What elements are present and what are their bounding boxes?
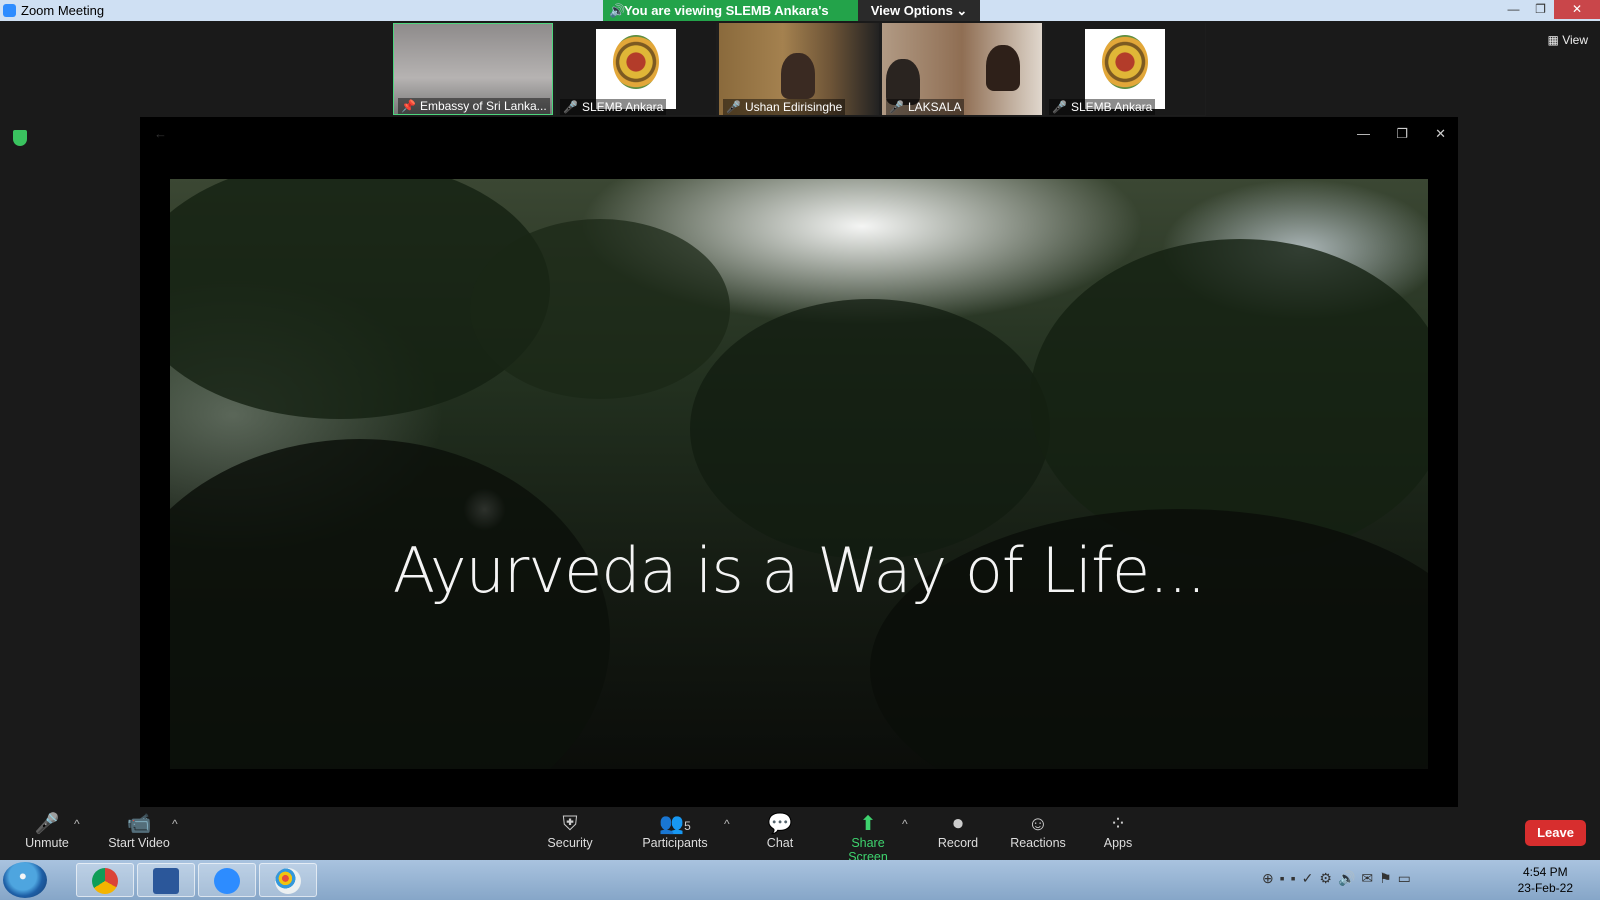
muted-mic-icon: 🎤 — [563, 100, 578, 114]
chat-button[interactable]: 💬 Chat — [762, 812, 798, 850]
taskbar-chrome[interactable] — [76, 863, 134, 897]
shield-icon: ⛨ — [562, 813, 578, 835]
emblem-avatar — [1085, 29, 1165, 109]
participant-tile[interactable]: 🎤 SLEMB Ankara — [556, 23, 716, 115]
minimize-button[interactable]: — — [1500, 0, 1527, 19]
zoom-icon — [214, 868, 240, 894]
participant-tile[interactable]: 🎤 Ushan Edirisinghe — [719, 23, 879, 115]
start-button[interactable] — [3, 862, 47, 898]
participant-video — [781, 53, 815, 99]
taskbar-clock[interactable]: 4:54 PM 23-Feb-22 — [1518, 864, 1573, 896]
share-options-caret[interactable]: ^ — [902, 817, 908, 831]
participant-name: LAKSALA — [907, 100, 962, 114]
participant-name: Embassy of Sri Lanka... — [419, 99, 547, 113]
record-icon: ⏺ — [953, 813, 963, 835]
sri-lanka-emblem-icon — [1102, 35, 1148, 89]
zoom-app-icon — [3, 4, 16, 17]
view-options-button[interactable]: View Options ⌄ — [858, 0, 980, 21]
chrome-icon — [92, 868, 118, 894]
pin-icon: 📌 — [401, 99, 416, 113]
os-taskbar: ⊕▪▪✓⚙🔊✉⚑▭ 4:54 PM 23-Feb-22 — [0, 860, 1600, 900]
participants-options-caret[interactable]: ^ — [724, 817, 730, 831]
speaker-icon: 🔊 — [609, 3, 626, 18]
share-screen-icon: ⬆ — [859, 813, 877, 835]
clock-time: 4:54 PM — [1522, 865, 1568, 879]
taskbar-zoom[interactable] — [198, 863, 256, 897]
back-icon: ← — [154, 126, 167, 141]
video-title-text: Ayurveda is a Way of Life... — [392, 534, 1207, 607]
participant-name: SLEMB Ankara — [1070, 100, 1153, 114]
paint-icon — [275, 868, 301, 894]
participants-button[interactable]: 👥5 Participants — [640, 812, 710, 850]
participant-video — [986, 45, 1020, 91]
share-screen-button[interactable]: ⬆ Share Screen — [832, 812, 904, 864]
participant-tile[interactable]: 📌 Embassy of Sri Lanka... — [393, 23, 553, 115]
participants-icon: 👥5 — [659, 813, 691, 835]
start-video-button[interactable]: 📹 Start Video — [106, 812, 172, 850]
window-title: Zoom Meeting — [21, 3, 105, 18]
participant-strip: 📌 Embassy of Sri Lanka... 🎤 SLEMB Ankara 🎤… — [393, 23, 1206, 116]
system-tray-icons[interactable]: ⊕▪▪✓⚙🔊✉⚑▭ — [1262, 870, 1417, 887]
encryption-shield-icon[interactable] — [13, 130, 27, 146]
leave-button[interactable]: Leave — [1525, 820, 1586, 846]
video-options-caret[interactable]: ^ — [172, 817, 178, 831]
taskbar-paint[interactable] — [259, 863, 317, 897]
participants-count: 5 — [684, 819, 691, 833]
participant-name: SLEMB Ankara — [581, 100, 664, 114]
participant-tile[interactable]: 🎤 SLEMB Ankara — [1045, 23, 1205, 115]
muted-mic-icon: 🎤 — [34, 813, 60, 835]
close-icon: ✕ — [1435, 126, 1446, 141]
video-player-controls — [140, 771, 1458, 807]
participant-tile[interactable]: 🎤 LAKSALA — [882, 23, 1042, 115]
muted-mic-icon: 🎤 — [1052, 100, 1067, 114]
emblem-avatar — [596, 29, 676, 109]
close-button[interactable]: ✕ — [1554, 0, 1600, 19]
view-button[interactable]: ▦ View — [1548, 33, 1588, 47]
taskbar-word[interactable] — [137, 863, 195, 897]
minimize-icon: — — [1357, 126, 1370, 141]
share-banner: 🔊 You are viewing SLEMB Ankara's screen — [603, 0, 858, 39]
word-icon — [153, 868, 179, 894]
video-off-icon: 📹 — [126, 813, 152, 835]
unmute-button[interactable]: 🎤 Unmute — [22, 812, 72, 850]
apps-button[interactable]: ⁘ Apps — [1102, 812, 1134, 850]
apps-icon: ⁘ — [1109, 813, 1127, 835]
sri-lanka-emblem-icon — [613, 35, 659, 89]
restore-button[interactable]: ❐ — [1527, 0, 1554, 19]
chat-icon: 💬 — [767, 813, 793, 835]
clock-date: 23-Feb-22 — [1517, 881, 1573, 895]
meeting-toolbar: 🎤 Unmute ^ 📹 Start Video ^ ⛨ Security 👥5… — [0, 807, 1600, 864]
smiley-icon: ☺ — [1027, 813, 1049, 835]
shared-screen: ← — ❐ ✕ Ayurveda is a Way of Life... — [140, 117, 1458, 807]
muted-mic-icon: 🎤 — [889, 100, 904, 114]
participant-name: Ushan Edirisinghe — [744, 100, 843, 114]
audio-options-caret[interactable]: ^ — [74, 817, 80, 831]
restore-icon: ❐ — [1396, 126, 1408, 141]
security-button[interactable]: ⛨ Security — [545, 812, 595, 850]
reactions-button[interactable]: ☺ Reactions — [1010, 812, 1066, 850]
muted-mic-icon: 🎤 — [726, 100, 741, 114]
record-button[interactable]: ⏺ Record — [936, 812, 980, 850]
shared-video: Ayurveda is a Way of Life... — [170, 179, 1428, 769]
